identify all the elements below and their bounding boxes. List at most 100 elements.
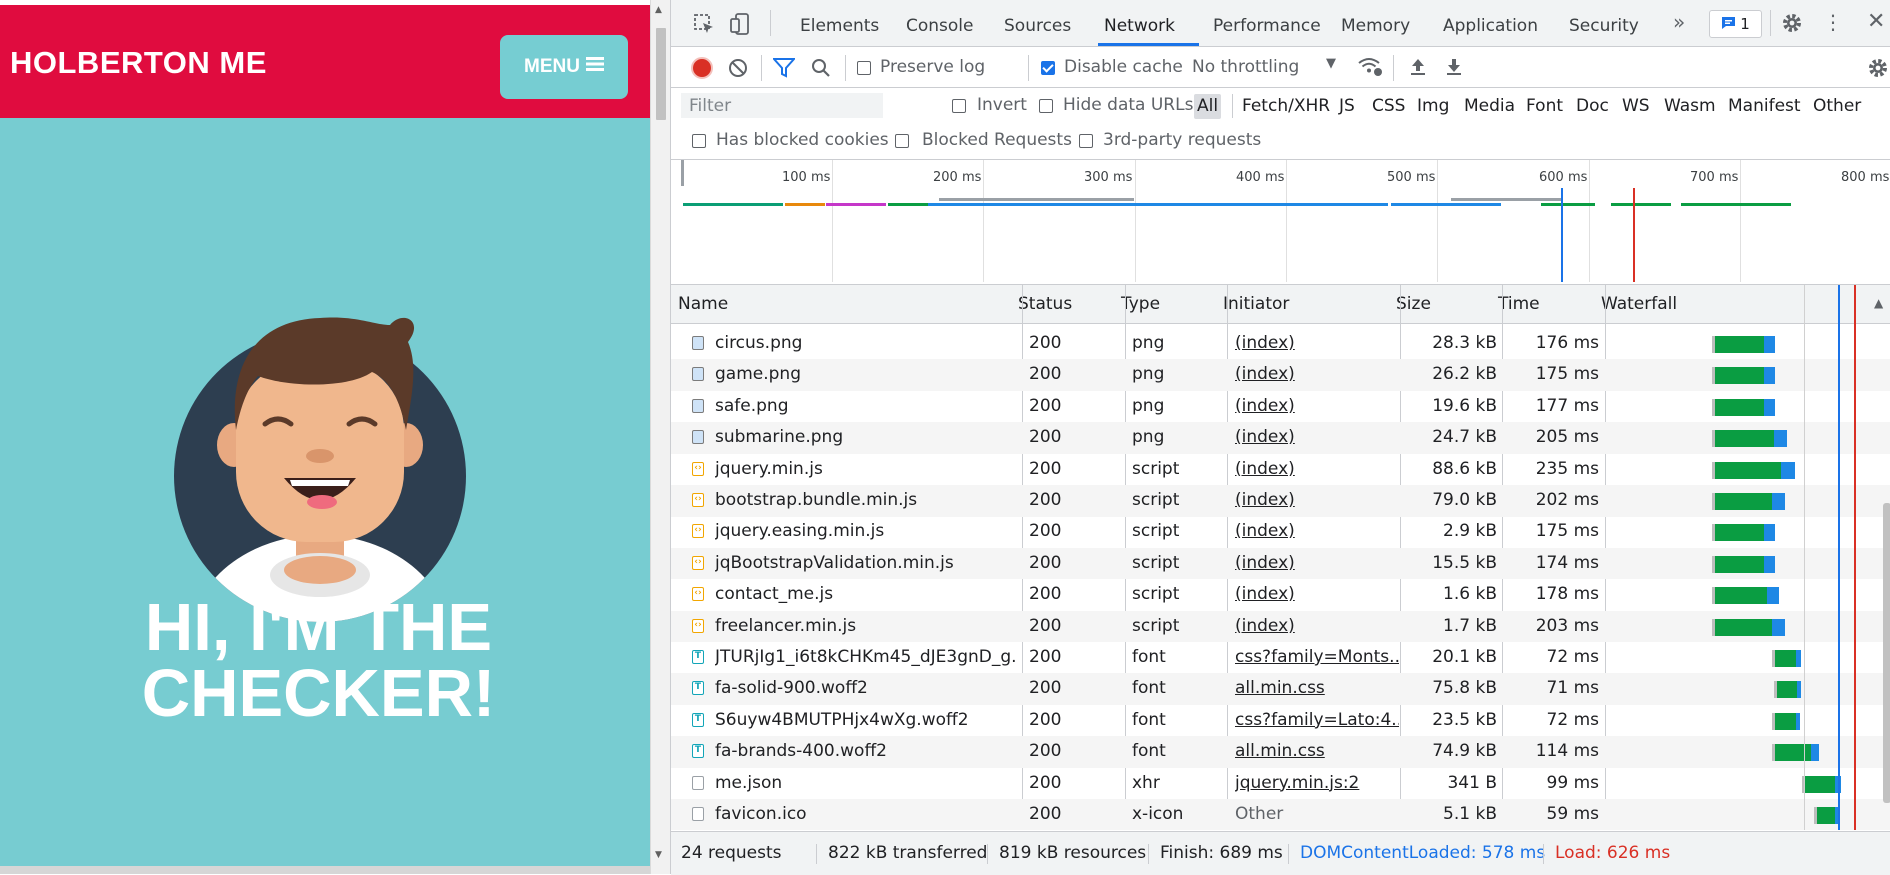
request-initiator[interactable]: all.min.css [1235,736,1399,768]
table-row[interactable]: submarine.png 200 png (index) 24.7 kB 205 ms [671,422,1890,454]
filter-funnel-icon[interactable] [771,58,797,82]
table-row[interactable]: safe.png 200 png (index) 19.6 kB 177 ms [671,391,1890,423]
inspect-element-icon[interactable] [693,13,715,39]
tab-performance[interactable]: Performance [1213,0,1321,46]
table-row[interactable]: ‹› freelancer.min.js 200 script (index) 1.7 k… [671,610,1890,643]
filter-type-fetch-xhr[interactable]: Fetch/XHR [1239,94,1333,119]
filter-type-css[interactable]: CSS [1369,94,1408,119]
sort-ascending-icon[interactable]: ▲ [1874,296,1883,310]
tab-network[interactable]: Network [1104,0,1175,46]
has-blocked-cookies-checkbox[interactable] [692,134,706,148]
tab-security[interactable]: Security [1569,0,1639,46]
close-devtools-icon[interactable]: ✕ [1867,9,1885,34]
column-header-waterfall[interactable]: Waterfall [1594,285,1874,323]
filter-type-manifest[interactable]: Manifest [1725,94,1804,119]
filter-type-all[interactable]: All [1194,94,1222,119]
table-row[interactable]: Tfa-solid-900.woff2 200 font all.min.css 75.… [671,673,1890,705]
request-initiator[interactable]: css?family=Monts... [1235,642,1399,674]
request-initiator[interactable]: (index) [1235,422,1399,454]
request-initiator[interactable]: (index) [1235,579,1399,611]
table-row[interactable]: ‹› jquery.min.js 200 script (index) 88.6 kB 23… [671,454,1890,486]
page-scrollbar-thumb[interactable] [656,28,666,120]
scroll-down-arrow-icon[interactable]: ▼ [655,850,662,860]
blocked-requests-checkbox[interactable] [895,134,909,148]
column-header-status[interactable]: Status [1011,285,1114,323]
settings-gear-icon[interactable] [1781,12,1803,38]
request-initiator[interactable]: (index) [1235,328,1399,360]
table-row[interactable]: ‹› bootstrap.bundle.min.js 200 script (index… [671,485,1890,517]
table-row[interactable]: circus.png 200 png (index) 28.3 kB 176 ms [671,328,1890,360]
request-initiator[interactable]: (index) [1235,454,1399,486]
filter-type-wasm[interactable]: Wasm [1661,94,1719,119]
table-row[interactable]: me.json 200 xhr jquery.min.js:2 341 B 99 ms [671,768,1890,800]
third-party-requests-label[interactable]: 3rd-party requests [1103,130,1261,150]
table-row[interactable]: T S6uyw4BMUTPHjx4wXg.woff2 200 font css?fami… [671,705,1890,737]
page-scrollbar[interactable]: ▲ ▼ [650,0,671,874]
tab-console[interactable]: Console [906,0,974,46]
table-row[interactable]: game.png 200 png (index) 26.2 kB 175 ms [671,359,1890,391]
table-row[interactable]: Tfa-brands-400.woff2 200 font all.min.css 74… [671,736,1890,768]
table-row[interactable]: ‹› jquery.easing.min.js 200 script (index) 2.… [671,516,1890,548]
filter-type-font[interactable]: Font [1523,94,1566,119]
filter-type-doc[interactable]: Doc [1573,94,1612,119]
tab-elements[interactable]: Elements [800,0,879,46]
more-options-kebab-icon[interactable]: ⋮ [1823,12,1843,32]
blocked-requests-label[interactable]: Blocked Requests [922,130,1072,150]
request-initiator[interactable]: (index) [1235,548,1399,580]
network-conditions-wifi-icon[interactable] [1357,56,1383,82]
device-toolbar-icon[interactable] [729,12,753,40]
overview-range-handle[interactable] [681,160,684,186]
tab-sources[interactable]: Sources [1004,0,1071,46]
invert-label[interactable]: Invert [977,95,1027,115]
request-initiator[interactable]: css?family=Lato:4... [1235,705,1399,737]
filter-input[interactable] [681,93,883,118]
tab-memory[interactable]: Memory [1341,0,1410,46]
invert-checkbox[interactable] [952,99,966,113]
request-initiator[interactable]: (index) [1235,391,1399,423]
filter-type-other[interactable]: Other [1810,94,1864,119]
preserve-log-label[interactable]: Preserve log [880,57,985,77]
third-party-requests-checkbox[interactable] [1079,134,1093,148]
filter-type-ws[interactable]: WS [1619,94,1653,119]
request-initiator[interactable]: (index) [1235,359,1399,391]
filter-type-media[interactable]: Media [1461,94,1518,119]
table-row[interactable]: favicon.ico 200 x-icon Other 5.1 kB 59 ms [671,799,1890,830]
import-har-upload-icon[interactable] [1409,57,1427,81]
tab-application[interactable]: Application [1443,0,1538,46]
disable-cache-checkbox[interactable] [1041,61,1055,75]
column-header-type[interactable]: Type [1114,285,1217,323]
column-header-time[interactable]: Time [1491,285,1594,323]
scroll-up-arrow-icon[interactable]: ▲ [655,5,662,15]
throttling-select[interactable]: No throttling [1192,57,1299,77]
disable-cache-label[interactable]: Disable cache [1064,57,1183,77]
table-row[interactable]: T JTURjIg1_i6t8kCHKm45_dJE3gnD_g.... 200 fo… [671,642,1890,674]
column-header-initiator[interactable]: Initiator [1216,285,1389,323]
filter-type-js[interactable]: JS [1336,94,1358,119]
menu-button[interactable]: MENU [500,35,628,99]
request-initiator[interactable]: jquery.min.js:2 [1235,768,1399,800]
column-header-name[interactable]: Name [671,285,1011,323]
hide-data-urls-checkbox[interactable] [1039,99,1053,113]
site-brand[interactable]: HOLBERTON ME [10,45,267,81]
issues-button[interactable]: 1 [1709,10,1762,38]
hide-data-urls-label[interactable]: Hide data URLs [1063,95,1193,115]
table-row[interactable]: ‹› contact_me.js 200 script (index) 1.6 kB 178… [671,579,1890,611]
search-icon[interactable] [811,58,831,82]
filter-type-img[interactable]: Img [1414,94,1452,119]
throttling-dropdown-arrow-icon[interactable]: ▼ [1326,56,1336,71]
export-har-download-icon[interactable] [1445,57,1463,81]
request-initiator[interactable]: (index) [1235,485,1399,517]
table-row[interactable]: ‹› jqBootstrapValidation.min.js 200 script (… [671,547,1890,580]
has-blocked-cookies-label[interactable]: Has blocked cookies [716,130,889,150]
request-initiator[interactable]: (index) [1235,611,1399,643]
more-tabs-chevron-icon[interactable]: » [1673,10,1685,34]
column-header-size[interactable]: Size [1389,285,1492,323]
table-scrollbar-thumb[interactable] [1883,503,1890,803]
preserve-log-checkbox[interactable] [857,61,871,75]
network-overview-timeline[interactable]: 100 ms 200 ms 300 ms 400 ms 500 ms 600 m… [671,160,1890,285]
clear-icon[interactable] [727,57,749,83]
request-initiator[interactable]: (index) [1235,516,1399,548]
record-icon[interactable] [691,57,713,79]
network-settings-gear-icon[interactable] [1867,57,1889,83]
request-initiator[interactable]: all.min.css [1235,673,1399,705]
